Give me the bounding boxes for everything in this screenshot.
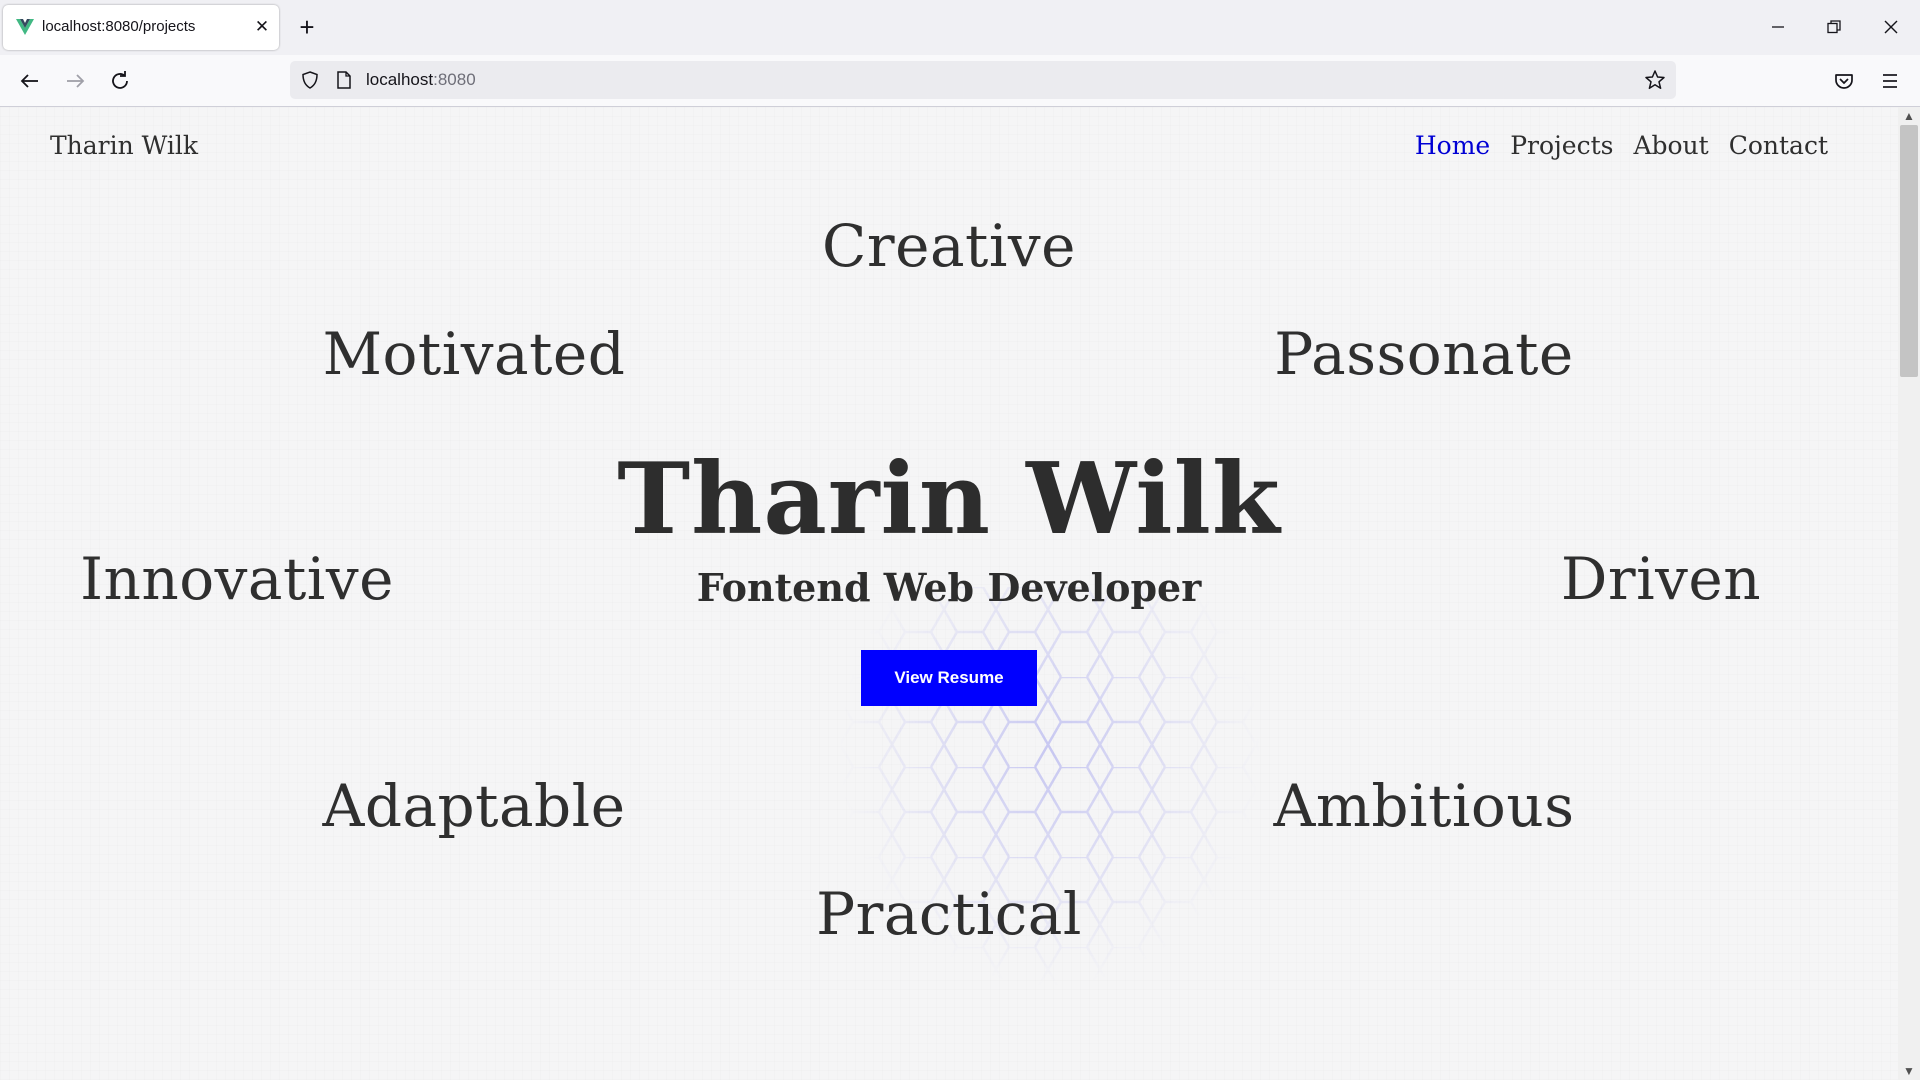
star-icon[interactable] — [1644, 69, 1666, 91]
page-icon — [337, 71, 351, 89]
nav-home[interactable]: Home — [1415, 131, 1490, 160]
hero-role: Fontend Web Developer — [696, 565, 1202, 610]
tab-title: localhost:8080/projects — [42, 18, 196, 35]
trait-word: Innovative — [80, 545, 394, 613]
trait-word: Ambitious — [1273, 772, 1575, 840]
scrollbar-thumb[interactable] — [1900, 125, 1918, 377]
web-page: Tharin Wilk Home Projects About Contact … — [0, 107, 1898, 1080]
trait-word: Creative — [822, 212, 1076, 280]
pocket-icon[interactable] — [1830, 67, 1858, 95]
nav-contact[interactable]: Contact — [1729, 131, 1828, 160]
url-bar[interactable]: localhost:8080 — [290, 61, 1676, 99]
site-nav: Home Projects About Contact — [1415, 131, 1828, 160]
reload-icon[interactable] — [106, 67, 134, 95]
hero-name: Tharin Wilk — [617, 442, 1281, 557]
scroll-down-arrow-icon[interactable]: ▼ — [1898, 1062, 1920, 1080]
view-resume-button[interactable]: View Resume — [861, 650, 1037, 706]
browser-tab[interactable]: localhost:8080/projects ✕ — [3, 5, 279, 50]
close-window-icon[interactable] — [1879, 15, 1903, 39]
site-brand[interactable]: Tharin Wilk — [50, 131, 198, 160]
trait-word: Passonate — [1274, 320, 1574, 388]
page-scrollbar[interactable]: ▲ ▼ — [1898, 107, 1920, 1080]
tab-close-icon[interactable]: ✕ — [253, 18, 271, 36]
nav-about[interactable]: About — [1633, 131, 1708, 160]
vue-logo-icon — [16, 19, 34, 35]
scroll-up-arrow-icon[interactable]: ▲ — [1898, 107, 1920, 125]
arrow-left-icon[interactable] — [16, 67, 44, 95]
trait-word: Practical — [816, 880, 1082, 948]
trait-word: Motivated — [322, 320, 626, 388]
browser-tab-bar: localhost:8080/projects ✕ + — [0, 0, 1920, 55]
tracking-protection-shield-icon[interactable] — [300, 70, 320, 90]
hamburger-menu-icon[interactable] — [1876, 67, 1904, 95]
arrow-right-icon[interactable] — [61, 67, 89, 95]
nav-projects[interactable]: Projects — [1510, 131, 1613, 160]
url-host: localhost — [366, 70, 434, 89]
url-port: :8080 — [433, 70, 476, 89]
new-tab-button[interactable]: + — [296, 14, 318, 40]
restore-icon[interactable] — [1822, 15, 1846, 39]
trait-word: Driven — [1560, 545, 1762, 613]
url-text[interactable]: localhost:8080 — [366, 70, 476, 90]
minimize-icon[interactable] — [1766, 15, 1790, 39]
browser-toolbar: localhost:8080 — [0, 55, 1920, 107]
trait-word: Adaptable — [322, 772, 626, 840]
